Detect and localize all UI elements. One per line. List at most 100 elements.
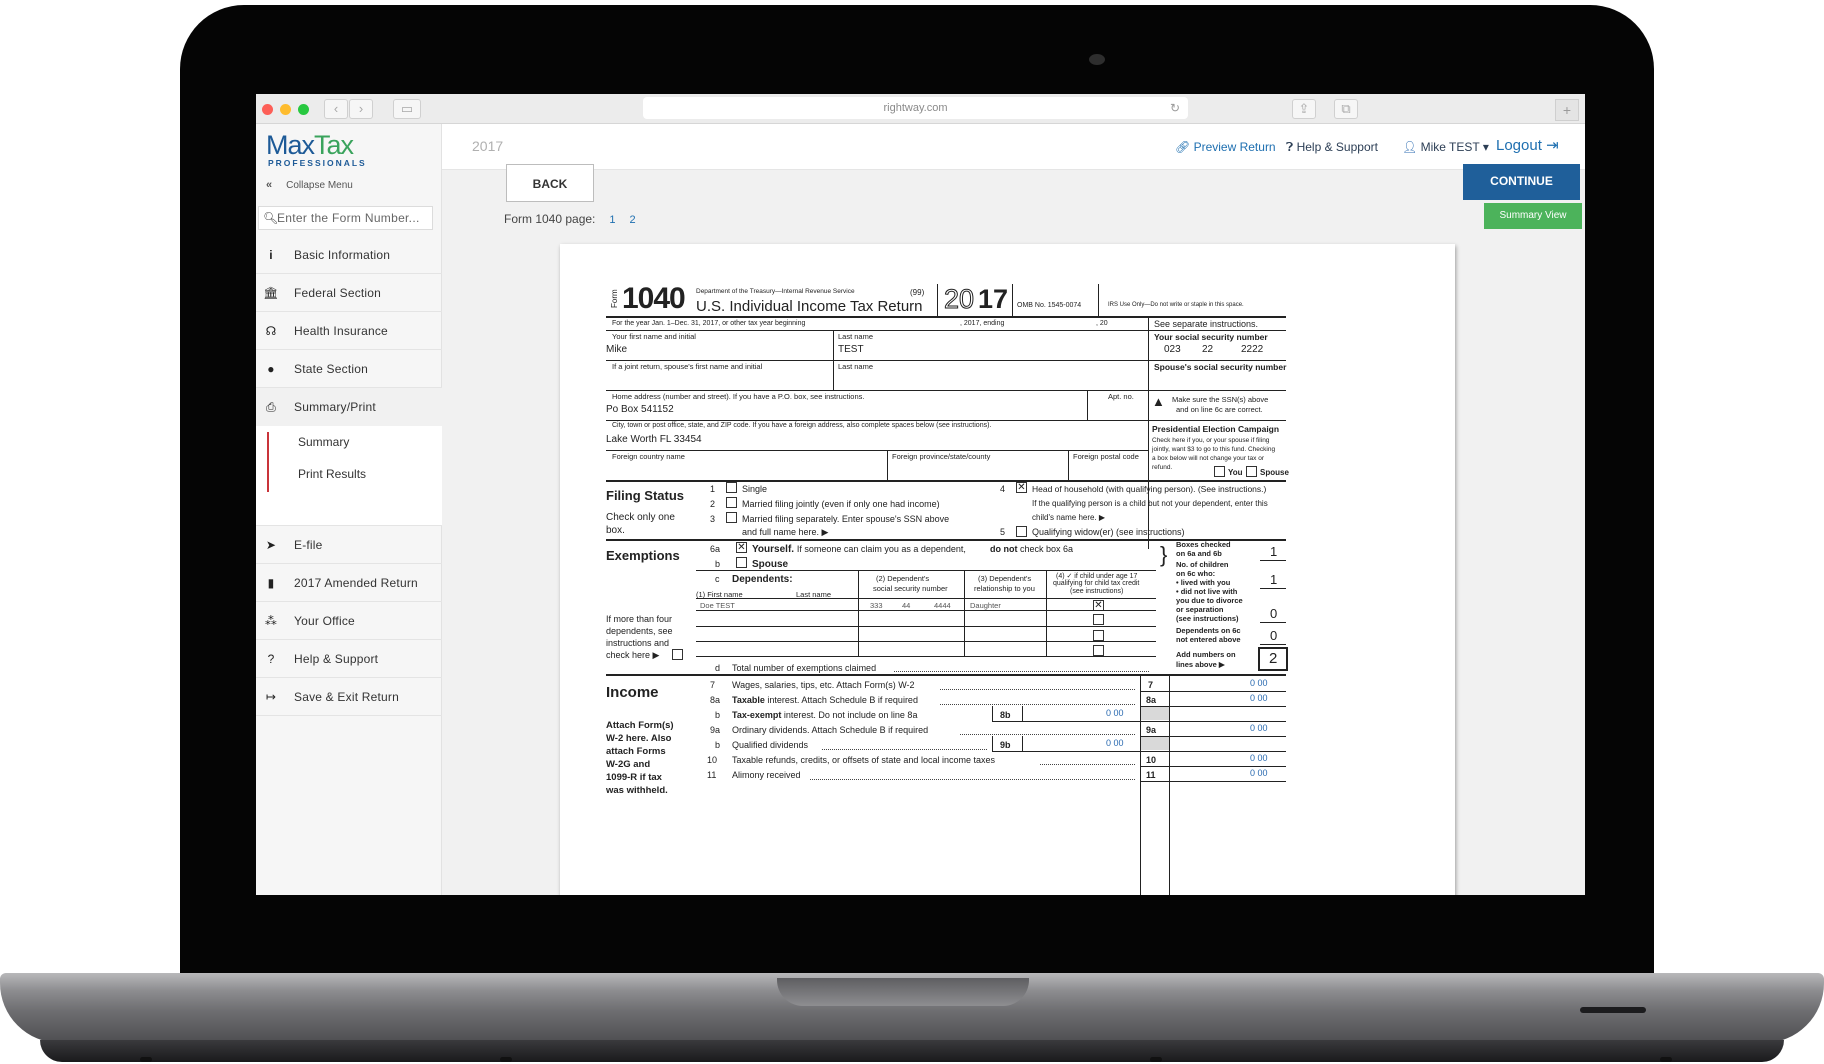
header-divider	[1098, 284, 1099, 316]
single-checkbox[interactable]	[726, 482, 737, 493]
children-not-lived-value[interactable]: 0	[1270, 606, 1277, 621]
spouse-last-name-label: Last name	[838, 362, 874, 371]
leader-dots	[960, 734, 1135, 735]
dependent-1-relationship[interactable]: Daughter	[970, 601, 1001, 610]
sidebar-item-summary-print[interactable]: ⎙ Summary/Print	[256, 388, 442, 426]
dependent-2-child-credit-checkbox[interactable]	[1093, 614, 1104, 625]
form-number-search-input[interactable]: 🔍︎ Enter the Form Number...	[258, 206, 433, 230]
rule	[606, 316, 1286, 318]
boxes-checked-label: Boxes checked	[1176, 540, 1231, 549]
sidebar-item-federal-section[interactable]: 🏛︎ Federal Section	[256, 274, 442, 312]
line-7-value[interactable]: 0 00	[1250, 678, 1268, 688]
qualifying-widow-checkbox[interactable]	[1016, 526, 1027, 537]
pec-title: Presidential Election Campaign	[1152, 424, 1280, 434]
logout-link[interactable]: Logout ⇥	[1496, 136, 1559, 154]
ssn-part-1[interactable]: 023	[1164, 344, 1181, 355]
summary-view-button[interactable]: Summary View	[1484, 203, 1582, 229]
line-9b-value[interactable]: 0 00	[1106, 738, 1124, 748]
sidebar-item-health-insurance[interactable]: ☊ Health Insurance	[256, 312, 442, 350]
page-link-1[interactable]: 1	[609, 214, 615, 226]
children-lived-label: • lived with you	[1176, 578, 1231, 587]
pec-you-label: You	[1228, 468, 1243, 477]
dependent-1-ssn-2[interactable]: 44	[902, 601, 910, 610]
pec-spouse-checkbox[interactable]	[1246, 466, 1257, 477]
close-window-button[interactable]	[262, 104, 273, 115]
divider	[992, 706, 993, 721]
dependent-1-name[interactable]: Doe TEST	[700, 601, 735, 610]
user-menu[interactable]: 👤︎ Mike TEST ▾	[1402, 140, 1489, 154]
last-name-value[interactable]: TEST	[838, 344, 864, 355]
line-10-value[interactable]: 0 00	[1250, 753, 1268, 763]
tabs-overview-icon[interactable]: ⧉	[1334, 99, 1358, 119]
head-of-household-checkbox[interactable]: ✕	[1016, 482, 1027, 493]
home-address-value[interactable]: Po Box 541152	[606, 404, 674, 415]
dependents-not-entered-value[interactable]: 0	[1270, 628, 1277, 643]
back-arrow-icon[interactable]: ‹	[324, 99, 348, 119]
sidebar-item-state-section[interactable]: ● State Section	[256, 350, 442, 388]
line-8b-value[interactable]: 0 00	[1106, 708, 1124, 718]
children-lived-value[interactable]: 1	[1270, 572, 1277, 587]
line-8b-bold: Tax-exempt	[732, 710, 782, 720]
share-icon[interactable]: ⇪	[1292, 99, 1316, 119]
form-number: 1040	[622, 282, 686, 315]
sidebar-item-e-file[interactable]: ➤ E-file	[256, 526, 442, 564]
collapse-menu-button[interactable]: « Collapse Menu	[256, 174, 442, 196]
more-than-four-checkbox[interactable]	[672, 649, 683, 660]
line-11-value[interactable]: 0 00	[1250, 768, 1268, 778]
dependent-1-ssn-1[interactable]: 333	[870, 601, 883, 610]
header-divider	[1012, 284, 1013, 316]
reload-icon[interactable]: ↻	[1170, 97, 1180, 119]
line-9a-value[interactable]: 0 00	[1250, 723, 1268, 733]
divider	[1022, 706, 1023, 721]
document-icon: ▮	[267, 576, 275, 590]
rule	[606, 674, 1286, 676]
sidebar-item-basic-information[interactable]: i Basic Information	[256, 236, 442, 274]
married-jointly-checkbox[interactable]	[726, 497, 737, 508]
forward-arrow-icon[interactable]: ›	[349, 99, 373, 119]
sidebar-subitem-print-results[interactable]: Print Results	[298, 467, 366, 481]
form-page-label: Form 1040 page:	[504, 212, 596, 226]
leader-dots	[1040, 764, 1135, 765]
city-value[interactable]: Lake Worth FL 33454	[606, 434, 702, 445]
line-box-number: 8a	[1146, 695, 1157, 705]
help-support-link[interactable]: ❓︎ Help & Support	[1286, 140, 1378, 155]
dependent-4-child-credit-checkbox[interactable]	[1093, 645, 1104, 656]
spouse-checkbox[interactable]	[736, 557, 747, 568]
back-button[interactable]: BACK	[506, 164, 594, 202]
dependent-1-ssn-3[interactable]: 4444	[934, 601, 951, 610]
sidebar-item-amended-return[interactable]: ▮ 2017 Amended Return	[256, 564, 442, 602]
income-note: W-2G and	[606, 759, 651, 770]
married-separately-checkbox[interactable]	[726, 512, 737, 523]
form-code: (99)	[910, 288, 925, 297]
sidebar-item-label: Your Office	[294, 614, 355, 628]
sidebar-subitem-summary[interactable]: Summary	[298, 435, 349, 449]
continue-button[interactable]: CONTINUE	[1463, 164, 1580, 200]
address-bar[interactable]: rightway.com ↻	[643, 97, 1188, 119]
dependent-3-child-credit-checkbox[interactable]	[1093, 630, 1104, 641]
sidebar-item-your-office[interactable]: ⁂ Your Office	[256, 602, 442, 640]
ssn-part-2[interactable]: 22	[1202, 344, 1213, 355]
leader-dots	[894, 671, 1149, 672]
page-link-2[interactable]: 2	[630, 214, 636, 226]
pec-you-checkbox[interactable]	[1214, 466, 1225, 477]
first-name-value[interactable]: Mike	[606, 344, 627, 355]
new-tab-button[interactable]: +	[1555, 99, 1579, 121]
preview-return-link[interactable]: 🔗︎ Preview Return	[1175, 140, 1276, 154]
dep-col-relationship: (3) Dependent's	[978, 574, 1032, 583]
ssn-part-3[interactable]: 2222	[1241, 344, 1263, 355]
zoom-window-button[interactable]	[298, 104, 309, 115]
yourself-checkbox[interactable]: ✕	[736, 542, 747, 553]
line-7-label: Wages, salaries, tips, etc. Attach Form(…	[732, 680, 915, 690]
sidebar-item-save-exit[interactable]: ↦ Save & Exit Return	[256, 678, 442, 716]
minimize-window-button[interactable]	[280, 104, 291, 115]
sidebar-toggle-icon[interactable]: ▭	[393, 99, 421, 119]
foreign-country-label: Foreign country name	[612, 452, 685, 461]
line-number: b	[715, 740, 721, 750]
sidebar-item-help-support[interactable]: ? Help & Support	[256, 640, 442, 678]
boxes-checked-value[interactable]: 1	[1270, 544, 1277, 559]
total-exemptions-value[interactable]: 2	[1269, 650, 1277, 667]
children-lived-label: No. of children	[1176, 560, 1229, 569]
rule	[1140, 781, 1286, 782]
line-8a-value[interactable]: 0 00	[1250, 693, 1268, 703]
line-number: 7	[710, 680, 716, 690]
